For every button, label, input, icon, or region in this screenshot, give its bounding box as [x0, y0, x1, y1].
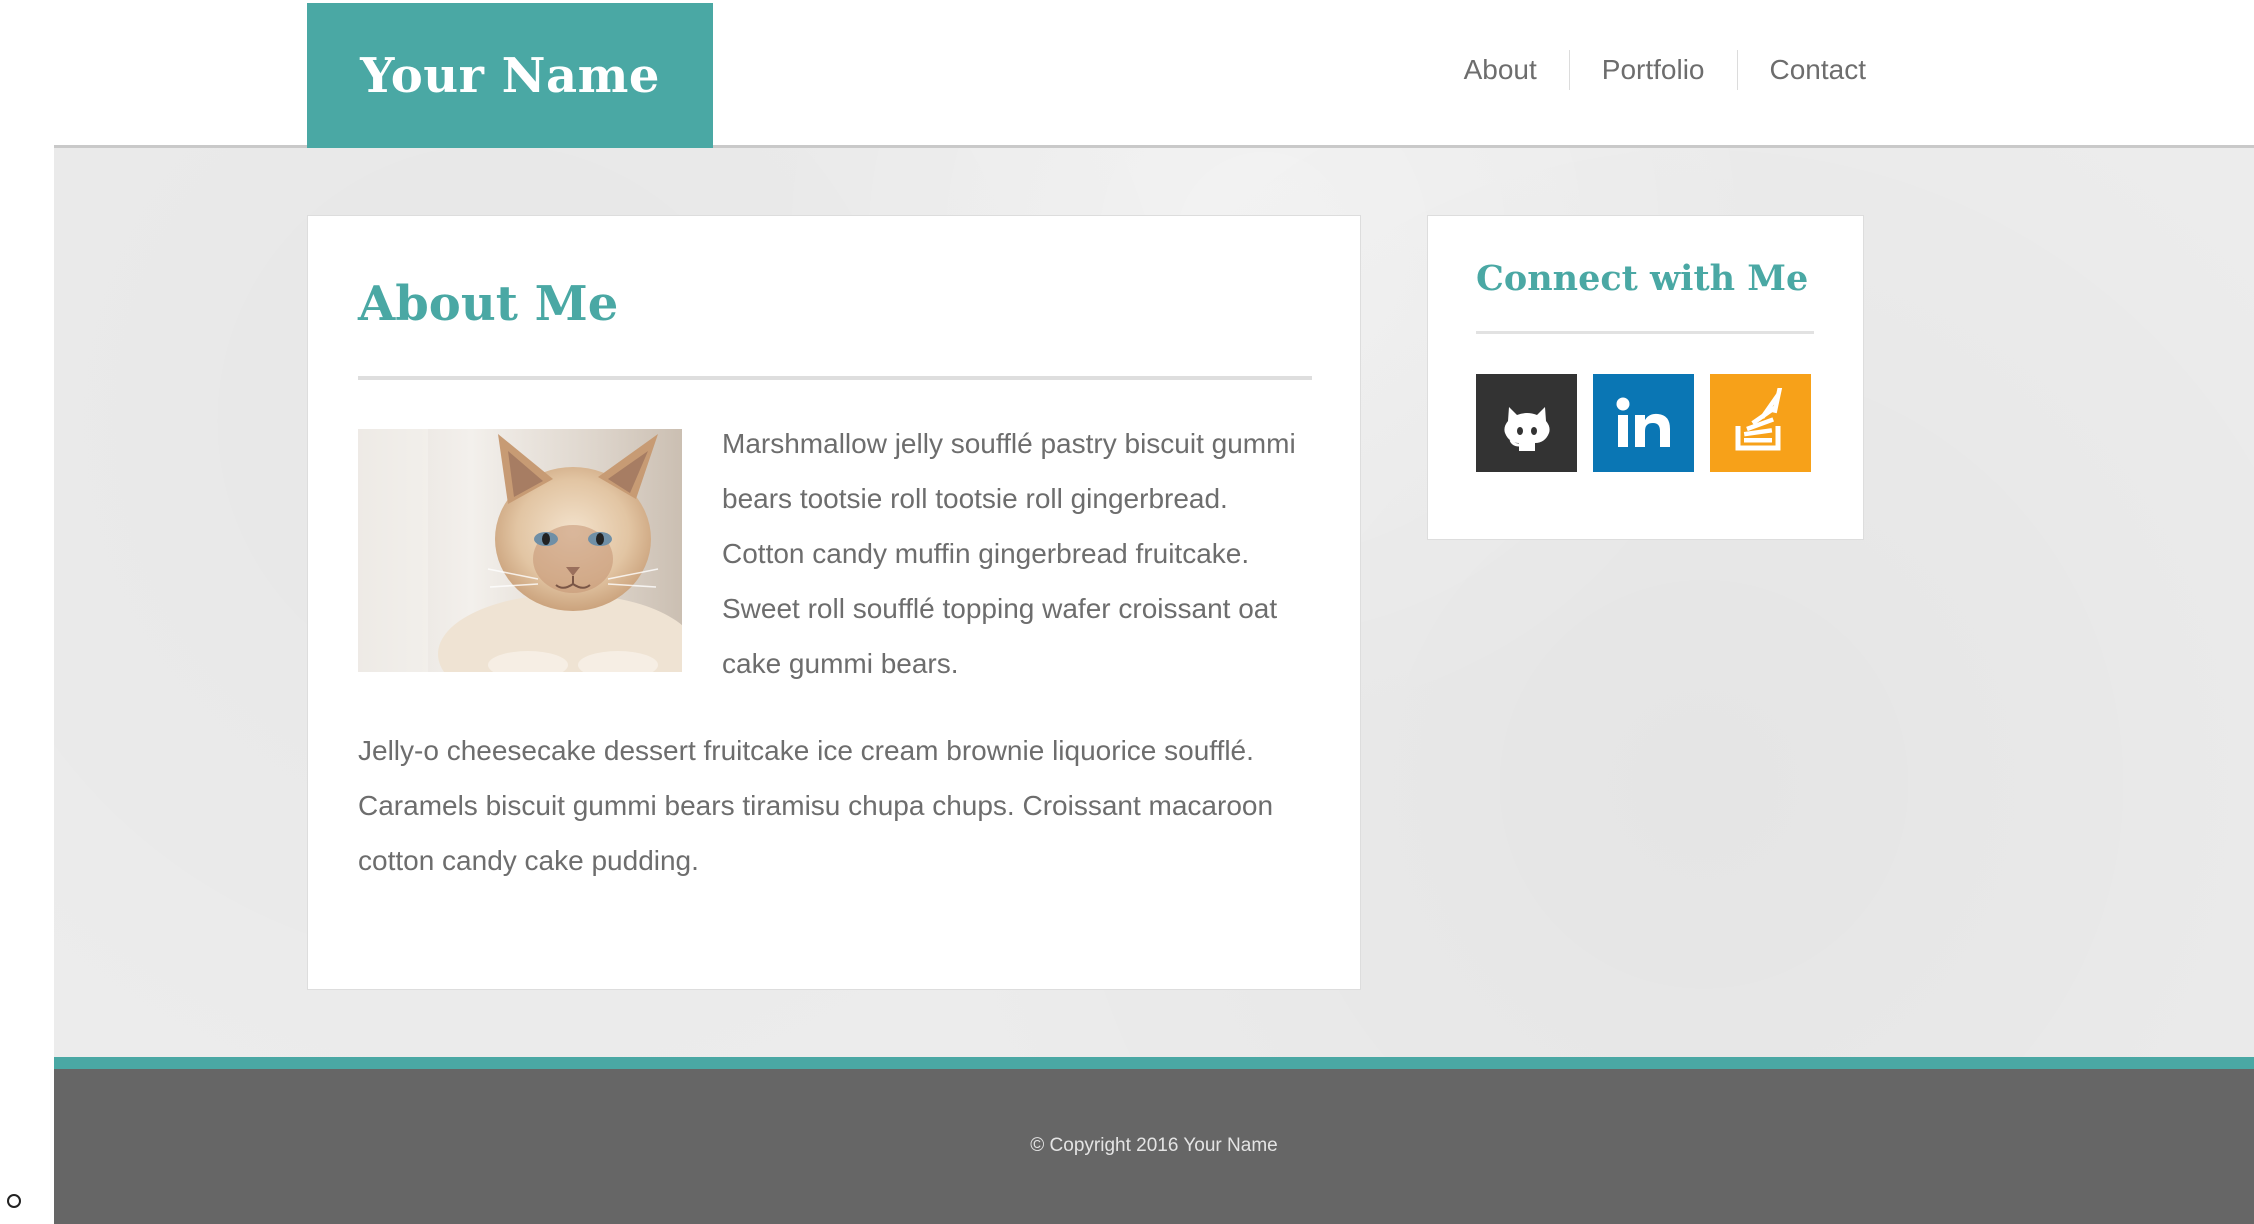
bullet-marker	[7, 1194, 21, 1208]
left-gutter	[0, 0, 54, 1224]
linkedin-link[interactable]	[1593, 374, 1694, 472]
about-paragraph-1: Marshmallow jelly soufflé pastry biscuit…	[358, 416, 1318, 691]
connect-title: Connect with Me	[1476, 258, 1809, 299]
linkedin-icon	[1616, 397, 1670, 447]
github-link[interactable]	[1476, 374, 1577, 472]
about-paragraph-2: Jelly-o cheesecake dessert fruitcake ice…	[358, 735, 1274, 876]
about-paragraph-1-text: Marshmallow jelly soufflé pastry biscuit…	[722, 428, 1296, 679]
connect-divider	[1476, 331, 1814, 334]
brand-logo[interactable]: Your Name	[307, 3, 713, 148]
site-header: Your Name About Portfolio Contact	[54, 0, 2254, 148]
brand-name: Your Name	[360, 47, 660, 104]
page: Your Name About Portfolio Contact About …	[0, 0, 2254, 1224]
stackoverflow-icon	[1735, 388, 1782, 451]
about-text: Marshmallow jelly soufflé pastry biscuit…	[358, 416, 1318, 920]
connect-card: Connect with Me	[1427, 215, 1864, 540]
nav-link-about[interactable]: About	[1432, 50, 1569, 90]
about-card: About Me Marshmallow jelly soufflé pastr…	[307, 215, 1361, 990]
copyright-text: © Copyright 2016 Your Name	[1030, 1135, 1278, 1156]
nav-link-portfolio[interactable]: Portfolio	[1568, 50, 1737, 90]
stackoverflow-link[interactable]	[1710, 374, 1811, 472]
about-divider	[358, 376, 1312, 380]
about-title: About Me	[358, 276, 619, 332]
footer-accent-stripe	[54, 1057, 2254, 1069]
photo-spacer	[358, 416, 722, 686]
nav-link-contact[interactable]: Contact	[1736, 50, 1866, 90]
site-footer: © Copyright 2016 Your Name	[54, 1069, 2254, 1224]
github-icon	[1503, 407, 1550, 451]
main-nav: About Portfolio Contact	[1432, 50, 1866, 90]
